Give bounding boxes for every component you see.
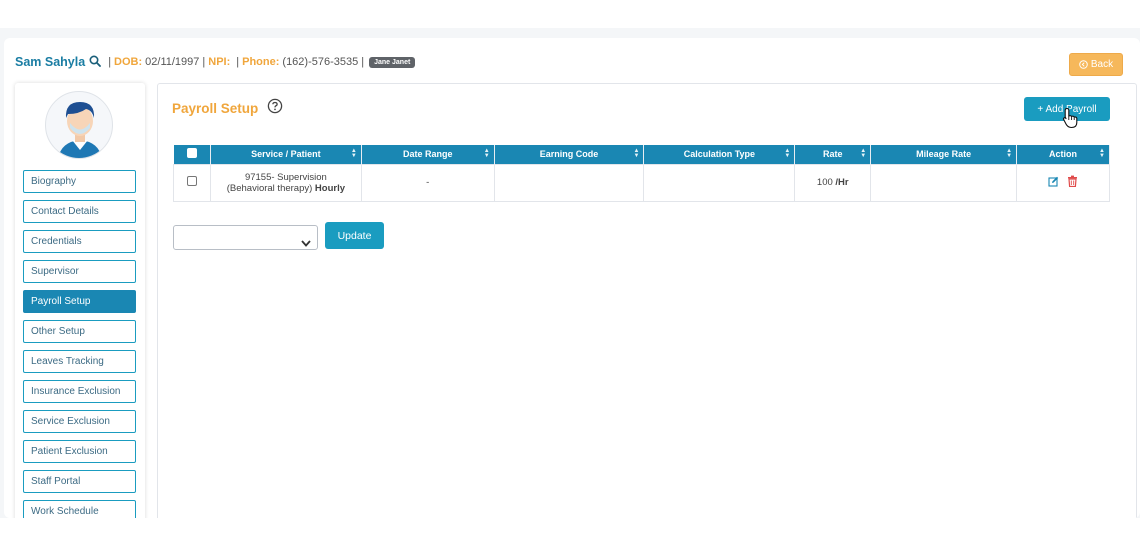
separator: | (361, 56, 365, 68)
app-frame: Sam Sahyla | DOB: 02/11/1997 | NPI: | Ph… (4, 38, 1140, 518)
mileage-rate-cell (870, 163, 1018, 202)
sort-icon: ▲ ▼ (483, 148, 490, 159)
sort-icon: ▲ ▼ (784, 148, 791, 159)
back-circle-icon (1079, 60, 1088, 69)
column-header-service[interactable]: Service / Patient ▲ ▼ (210, 145, 362, 164)
sidebar: Biography Contact Details Credentials Su… (15, 83, 145, 518)
separator: | (202, 56, 206, 68)
phone-value: (162)-576-3535 (282, 56, 359, 68)
sidebar-item-payroll-setup[interactable]: Payroll Setup (23, 290, 136, 313)
npi-label: NPI: (208, 56, 231, 68)
sidebar-item-staff-portal[interactable]: Staff Portal (23, 470, 136, 493)
service-detail: (Behavioral therapy) Hourly (226, 182, 346, 194)
sort-icon: ▲ ▼ (1006, 148, 1013, 159)
sort-icon: ▲ ▼ (1099, 148, 1105, 159)
update-button[interactable]: Update (325, 222, 384, 249)
column-header-earning-code[interactable]: Earning Code ▲ ▼ (494, 145, 645, 164)
column-header-calculation-type[interactable]: Calculation Type ▲ ▼ (643, 145, 796, 164)
phone-label: Phone: (242, 56, 280, 68)
table-row: 97155- Supervision (Behavioral therapy) … (173, 163, 1110, 202)
table-header-row: Service / Patient ▲ ▼ Date Range ▲ ▼ Earning… (173, 145, 1110, 164)
sort-icon: ▲ ▼ (350, 148, 357, 159)
patient-header: Sam Sahyla | DOB: 02/11/1997 | NPI: | Ph… (15, 54, 416, 70)
sidebar-item-work-schedule[interactable]: Work Schedule (23, 500, 136, 518)
column-header-mileage-rate[interactable]: Mileage Rate ▲ ▼ (870, 145, 1018, 164)
patient-name: Sam Sahyla (15, 55, 86, 69)
staff-tag: Jane Janet (369, 56, 416, 68)
service-name: 97155- Supervision (244, 171, 327, 183)
action-cell (1016, 163, 1110, 202)
sidebar-item-insurance-exclusion[interactable]: Insurance Exclusion (23, 380, 136, 403)
sidebar-item-contact-details[interactable]: Contact Details (23, 200, 136, 223)
service-type: Hourly (314, 182, 346, 194)
search-icon[interactable] (89, 54, 102, 70)
date-range-cell: - (360, 163, 495, 202)
hand-cursor-icon (1062, 107, 1080, 134)
select-all-header[interactable] (173, 145, 211, 164)
rate-unit: /Hr (835, 177, 849, 188)
earning-code-cell (493, 163, 645, 202)
sort-icon: ▲ ▼ (633, 148, 640, 159)
sidebar-item-credentials[interactable]: Credentials (23, 230, 136, 253)
help-icon[interactable] (267, 98, 283, 119)
rate-cell: 100 /Hr (794, 163, 872, 202)
bottom-band (0, 518, 1140, 544)
column-header-date-range[interactable]: Date Range ▲ ▼ (361, 145, 495, 164)
column-header-action[interactable]: Action ▲ ▼ (1016, 145, 1110, 164)
chevron-down-icon (301, 234, 311, 252)
separator: | (108, 56, 112, 68)
back-label: Back (1090, 59, 1114, 70)
row-select-cell (173, 163, 211, 202)
delete-icon[interactable] (1067, 175, 1078, 190)
row-checkbox[interactable] (186, 176, 197, 186)
top-band (0, 0, 1140, 28)
service-cell: 97155- Supervision (Behavioral therapy) … (209, 163, 362, 202)
sidebar-item-supervisor[interactable]: Supervisor (23, 260, 136, 283)
avatar (45, 91, 113, 159)
payroll-table: Service / Patient ▲ ▼ Date Range ▲ ▼ Earning… (173, 145, 1110, 202)
rate-value: 100 (816, 177, 833, 188)
sidebar-item-biography[interactable]: Biography (23, 170, 136, 193)
edit-icon[interactable] (1048, 176, 1059, 190)
main-panel: Payroll Setup + Add Payroll Service / Pa… (157, 83, 1137, 518)
sidebar-item-other-setup[interactable]: Other Setup (23, 320, 136, 343)
dob-value: 02/11/1997 (145, 56, 200, 68)
sidebar-item-leaves-tracking[interactable]: Leaves Tracking (23, 350, 136, 373)
bulk-action-select[interactable] (173, 225, 318, 250)
column-header-rate[interactable]: Rate ▲ ▼ (794, 145, 872, 164)
dob-label: DOB: (114, 56, 143, 68)
sidebar-item-patient-exclusion[interactable]: Patient Exclusion (23, 440, 136, 463)
separator: | (236, 56, 240, 68)
sort-icon: ▲ ▼ (860, 148, 867, 159)
sidebar-item-service-exclusion[interactable]: Service Exclusion (23, 410, 136, 433)
select-all-checkbox[interactable] (186, 148, 197, 159)
back-button[interactable]: Back (1069, 53, 1123, 76)
page-title: Payroll Setup (172, 101, 259, 116)
calculation-type-cell (643, 163, 796, 202)
